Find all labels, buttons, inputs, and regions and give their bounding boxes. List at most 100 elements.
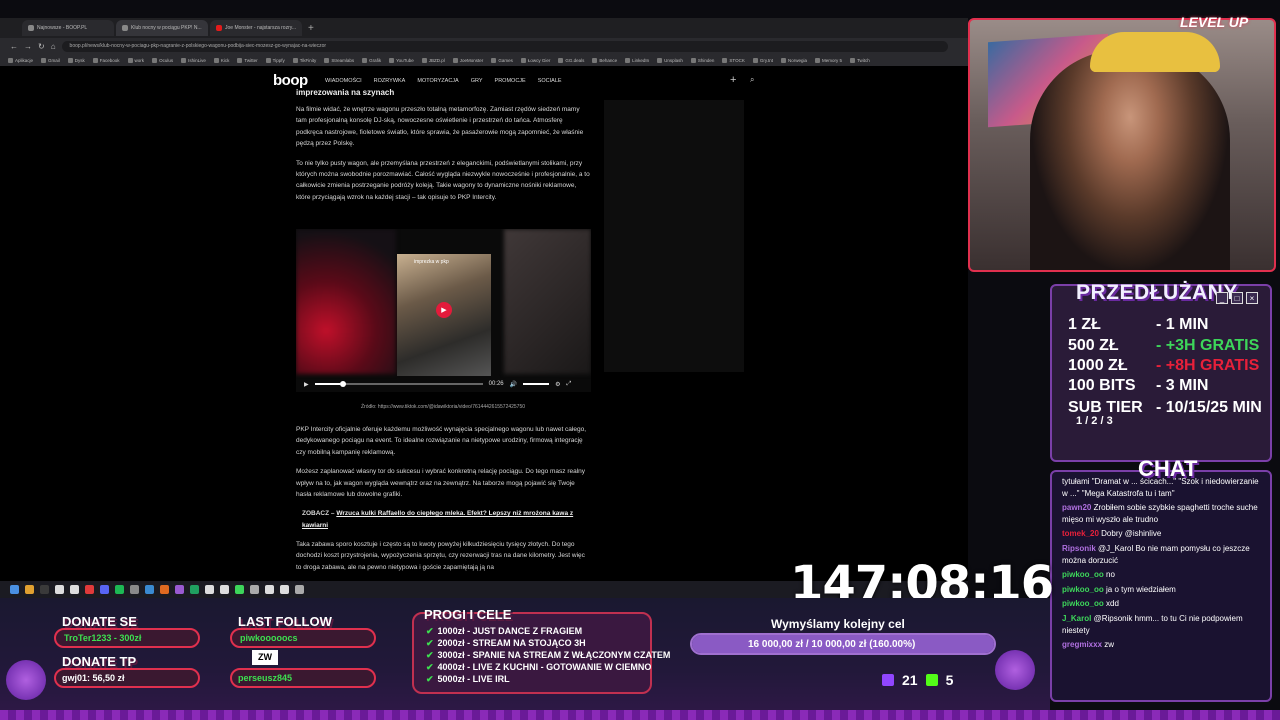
back-icon[interactable]: ←	[10, 42, 18, 51]
fullscreen-icon[interactable]: ⤢	[567, 381, 572, 388]
plus-icon[interactable]: +	[730, 74, 736, 86]
bookmark-item[interactable]: TikFinity	[292, 57, 316, 63]
chat-username[interactable]: piwkoo_oo	[1062, 599, 1104, 608]
taskbar-app-icon[interactable]	[70, 585, 79, 594]
bookmark-item[interactable]: Unsplash	[657, 57, 683, 63]
play-button-icon[interactable]: ▶	[304, 381, 309, 388]
home-icon[interactable]: ⌂	[51, 42, 56, 51]
taskbar-app-icon[interactable]	[220, 585, 229, 594]
taskbar-app-icon[interactable]	[10, 585, 19, 594]
forward-icon[interactable]: →	[24, 42, 32, 51]
chat-username[interactable]: J_Karol	[1062, 614, 1091, 623]
bookmark-label: Facebook	[99, 57, 120, 63]
video-progress-track[interactable]	[314, 381, 483, 387]
taskbar-app-icon[interactable]	[85, 585, 94, 594]
taskbar-app-icon[interactable]	[250, 585, 259, 594]
chat-username[interactable]: Ripsonik	[1062, 544, 1096, 553]
bookmark-item[interactable]: YouTube	[389, 57, 414, 63]
taskbar-app-icon[interactable]	[130, 585, 139, 594]
last-follow-value: piwkooooocs	[240, 633, 298, 643]
taskbar-app-icon[interactable]	[280, 585, 289, 594]
bookmark-item[interactable]: GG.deals	[558, 57, 584, 63]
bookmark-item[interactable]: Łowcy Gier	[520, 57, 551, 63]
taskbar-app-icon[interactable]	[175, 585, 184, 594]
video-progress-knob[interactable]	[339, 381, 346, 387]
taskbar-app-icon[interactable]	[115, 585, 124, 594]
bookmark-label: Łowcy Gier	[527, 57, 551, 63]
nav-item[interactable]: ROZRYWKA	[374, 78, 406, 84]
taskbar-app-icon[interactable]	[25, 585, 34, 594]
reload-icon[interactable]: ↻	[38, 42, 45, 51]
bookmark-item[interactable]: Norwegia	[781, 57, 808, 63]
taskbar-app-icon[interactable]	[55, 585, 64, 594]
taskbar-app-icon[interactable]	[145, 585, 154, 594]
related-article-link[interactable]: Wrzuca kulki Raffaello do ciepłego mleka…	[302, 510, 573, 528]
sidebar-ad-slot	[604, 100, 744, 372]
bookmark-item[interactable]: Streamlabs	[324, 57, 354, 63]
address-bar: ← → ↻ ⌂ boop.pl/news/klub-nocny-w-pociag…	[0, 38, 968, 54]
bookmark-item[interactable]: Behance	[592, 57, 617, 63]
bookmark-item[interactable]: Shinden	[690, 57, 714, 63]
bookmark-item[interactable]: Gmail	[41, 57, 60, 63]
taskbar-app-icon[interactable]	[40, 585, 49, 594]
bookmark-label: YouTube	[396, 57, 414, 63]
tab-joe-monster[interactable]: Joe Monster - najstarsza rozry...	[210, 20, 302, 36]
bookmark-label: Oculus	[159, 57, 174, 63]
bookmark-item[interactable]: IshinLive	[181, 57, 206, 63]
nav-item[interactable]: SOCIALE	[538, 78, 562, 84]
chat-username[interactable]: tomek_20	[1062, 529, 1099, 538]
video-player[interactable]: imprezka w pkp ▶ ▶ 00:26 🔊 ⚙ ⤢	[296, 229, 591, 392]
subathon-row: 1 ZŁ - 1 MIN	[1068, 316, 1208, 334]
chat-text: Dobry @ishinlive	[1101, 529, 1162, 539]
new-tab-button[interactable]: +	[308, 23, 314, 34]
bookmark-item[interactable]: Oculus	[152, 57, 174, 63]
bookmark-item[interactable]: Facebook	[92, 57, 120, 63]
goal-text: 4000zł - LIVE Z KUCHNI - GOTOWANIE W CIE…	[437, 661, 652, 672]
bookmark-item[interactable]: JoeMonster	[452, 57, 483, 63]
chat-username[interactable]: piwkoo_oo	[1062, 585, 1104, 594]
bookmark-item[interactable]: Tippfy	[265, 57, 285, 63]
bookmark-label: LinkedIn	[632, 57, 650, 63]
volume-icon[interactable]: 🔊	[510, 381, 517, 388]
tab-klub-nocny[interactable]: Klub nocny w pociągu PKP! N...	[116, 20, 208, 36]
bookmark-item[interactable]: Twitch	[850, 57, 870, 63]
taskbar-app-icon[interactable]	[295, 585, 304, 594]
bookmark-item[interactable]: Memory 5	[815, 57, 842, 63]
chat-username[interactable]: piwkoo_oo	[1062, 570, 1104, 579]
nav-item[interactable]: WIADOMOŚCI	[325, 78, 362, 84]
tab-najnowsze[interactable]: Najnowsze - BOOP.PL	[22, 20, 114, 36]
chat-username[interactable]: pawn20	[1062, 503, 1091, 512]
bookmark-item[interactable]: Aplikacje	[8, 57, 33, 63]
goal-item: ✔ 4000zł - LIVE Z KUCHNI - GOTOWANIE W CI…	[426, 662, 670, 674]
taskbar-app-icon[interactable]	[235, 585, 244, 594]
bookmark-label: Norwegia	[788, 57, 808, 63]
bookmark-item[interactable]: LinkedIn	[625, 57, 650, 63]
chat-message: tomek_20 Dobry @ishinlive	[1062, 528, 1266, 540]
nav-item[interactable]: PROMOCJE	[495, 78, 526, 84]
taskbar-app-icon[interactable]	[205, 585, 214, 594]
nav-item[interactable]: MOTORYZACJA	[417, 78, 458, 84]
bookmark-icon	[722, 57, 728, 63]
bookmark-item[interactable]: Dysk	[67, 57, 85, 63]
bookmark-item[interactable]: JBZD.pl	[421, 57, 445, 63]
settings-icon[interactable]: ⚙	[555, 381, 560, 388]
bookmark-item[interactable]: Gry.tnt	[752, 57, 773, 63]
taskbar-app-icon[interactable]	[100, 585, 109, 594]
bookmark-item[interactable]: Games	[491, 57, 513, 63]
url-field[interactable]: boop.pl/news/klub-nocny-w-pociagu-pkp-na…	[61, 40, 948, 52]
chat-text: xdd	[1106, 599, 1119, 609]
chat-username[interactable]: gregmixxx	[1062, 640, 1102, 649]
bookmark-item[interactable]: STOCK	[722, 57, 745, 63]
taskbar-app-icon[interactable]	[265, 585, 274, 594]
search-icon[interactable]: ⌕	[750, 75, 754, 85]
bookmark-item[interactable]: work	[127, 57, 144, 63]
bookmark-icon	[127, 57, 133, 63]
nav-item[interactable]: GRY	[471, 78, 483, 84]
taskbar-app-icon[interactable]	[190, 585, 199, 594]
volume-slider[interactable]	[523, 383, 550, 385]
bookmark-item[interactable]: Twitter	[237, 57, 258, 63]
bookmark-item[interactable]: Grafik	[362, 57, 381, 63]
taskbar-app-icon[interactable]	[160, 585, 169, 594]
play-icon[interactable]: ▶	[436, 302, 452, 318]
bookmark-item[interactable]: Kick	[213, 57, 229, 63]
